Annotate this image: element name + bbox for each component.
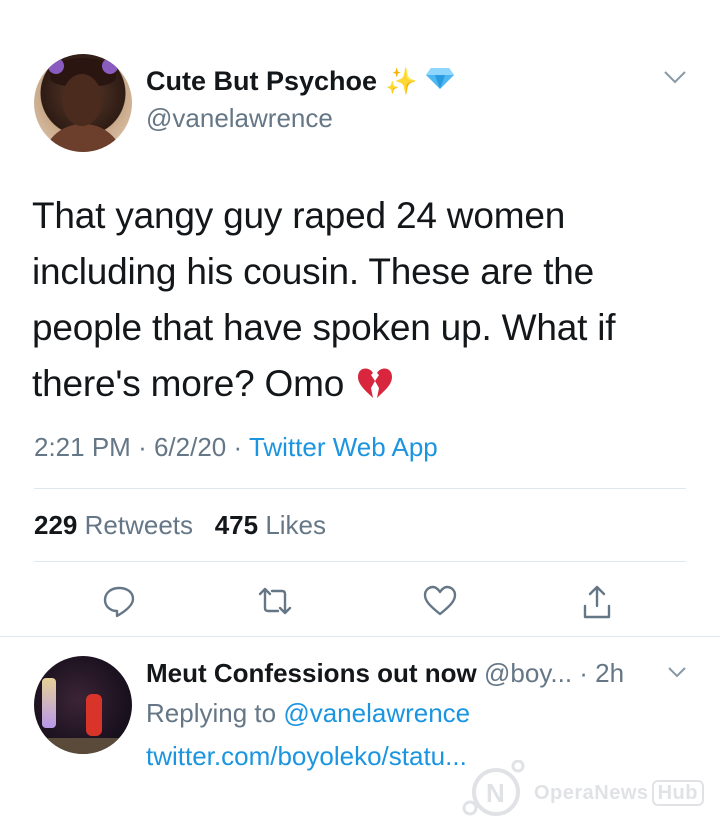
watermark: N OperaNews Hub: [462, 756, 712, 822]
retweets-stat[interactable]: 229 Retweets: [34, 510, 193, 540]
display-name-row: Cute But Psychoe ✨: [146, 66, 455, 97]
replying-to: Replying to @vanelawrence: [146, 698, 471, 728]
reply-display-name[interactable]: Meut Confessions out now: [146, 658, 477, 688]
reply-header: Meut Confessions out now @boy... · 2h: [146, 658, 624, 689]
divider: [0, 636, 720, 637]
chevron-down-icon[interactable]: [662, 68, 688, 91]
likes-stat[interactable]: 475 Likes: [215, 510, 326, 540]
retweet-icon[interactable]: [256, 584, 294, 623]
sparkles-emoji: ✨: [385, 66, 418, 96]
tweet-date[interactable]: 6/2/20: [154, 432, 226, 462]
reply-link[interactable]: twitter.com/boyoleko/statu...: [146, 741, 467, 772]
svg-text:N: N: [486, 778, 505, 808]
display-name[interactable]: Cute But Psychoe: [146, 66, 377, 97]
like-icon[interactable]: [422, 584, 458, 623]
divider: [34, 488, 686, 489]
tweet-actions: [0, 584, 720, 624]
tweet-text-content: That yangy guy raped 24 women including …: [32, 195, 616, 404]
share-icon[interactable]: [582, 584, 612, 625]
reply-time[interactable]: · 2h: [579, 658, 624, 688]
chevron-down-icon[interactable]: [666, 664, 688, 685]
broken-heart-emoji: [356, 360, 394, 416]
diamond-emoji: [425, 66, 455, 97]
user-handle[interactable]: @vanelawrence: [146, 103, 333, 134]
opera-news-logo-icon: N: [462, 759, 530, 826]
tweet-client[interactable]: Twitter Web App: [249, 432, 438, 462]
watermark-text: OperaNews Hub: [534, 780, 704, 806]
tweet-stats: 229 Retweets 475 Likes: [34, 510, 326, 541]
tweet-time[interactable]: 2:21 PM: [34, 432, 131, 462]
avatar[interactable]: [34, 656, 132, 754]
tweet-meta: 2:21 PM · 6/2/20 · Twitter Web App: [34, 432, 438, 462]
divider: [34, 561, 686, 562]
avatar[interactable]: [34, 54, 132, 152]
reply-handle[interactable]: @boy...: [484, 658, 572, 688]
tweet-text: That yangy guy raped 24 women including …: [32, 188, 692, 416]
mention-link[interactable]: @vanelawrence: [283, 698, 470, 728]
reply-icon[interactable]: [102, 584, 136, 623]
